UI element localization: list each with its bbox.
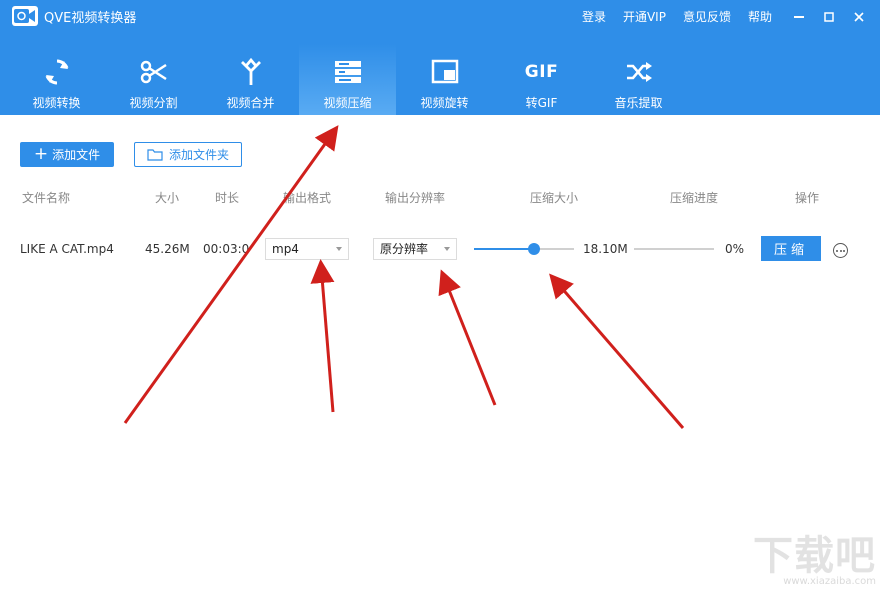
dot	[836, 249, 838, 252]
tool-music-extract[interactable]: 音乐提取	[590, 44, 687, 115]
plus-icon: +	[33, 144, 49, 164]
output-format-value: mp4	[272, 242, 299, 256]
folder-icon	[147, 149, 163, 161]
output-resolution-select[interactable]: 原分辨率	[373, 238, 457, 260]
gif-icon: GIF	[524, 62, 559, 82]
file-duration: 00:03:03	[203, 242, 250, 256]
shuffle-icon	[623, 56, 655, 88]
dot	[839, 249, 842, 252]
compress-button[interactable]: 压缩	[761, 236, 821, 261]
output-resolution-value: 原分辨率	[380, 242, 429, 256]
more-options-button[interactable]	[833, 243, 848, 258]
compress-slider-thumb[interactable]	[528, 243, 540, 255]
tool-video-compress[interactable]: 视频压缩	[299, 44, 396, 115]
convert-icon	[41, 56, 73, 88]
tool-label: 视频转换	[32, 96, 81, 110]
add-file-button[interactable]: + 添加文件	[20, 142, 114, 167]
tool-video-merge[interactable]: 视频合并	[202, 44, 299, 115]
watermark-url: www.xiazaiba.com	[783, 576, 876, 587]
tool-video-rotate[interactable]: 视频旋转	[396, 44, 493, 115]
tool-label: 视频分割	[129, 96, 178, 110]
compress-progress-bar	[634, 248, 714, 250]
arrow-to-format-select	[310, 259, 335, 413]
compressed-size: 18.10M	[583, 242, 628, 256]
merge-icon	[235, 56, 267, 88]
tool-label: 视频压缩	[323, 96, 372, 110]
add-folder-label: 添加文件夹	[168, 148, 229, 162]
maximize-icon	[824, 12, 834, 22]
arrow-to-compress-tab	[123, 125, 339, 424]
top-links: 登录 开通VIP 意见反馈 帮助	[582, 8, 772, 25]
col-header-actions: 操作	[795, 191, 820, 205]
col-header-size: 大小	[155, 191, 180, 205]
col-header-resolution: 输出分辨率	[385, 191, 446, 205]
login-link[interactable]: 登录	[582, 8, 606, 25]
col-header-format: 输出格式	[283, 191, 332, 205]
dot	[843, 249, 845, 252]
col-header-compressed-size: 压缩大小	[530, 191, 579, 205]
tool-label: 转GIF	[525, 96, 558, 110]
feedback-link[interactable]: 意见反馈	[683, 8, 731, 25]
maximize-button[interactable]	[818, 6, 840, 28]
tool-video-split[interactable]: 视频分割	[105, 44, 202, 115]
tool-to-gif[interactable]: GIF 转GIF	[493, 44, 590, 115]
compress-icon	[332, 56, 364, 88]
watermark-text: 下载吧	[753, 532, 876, 579]
add-folder-button[interactable]: 添加文件夹	[134, 142, 242, 167]
chevron-down-icon	[336, 247, 342, 251]
feature-toolbar: 视频转换 视频分割 视频合并 视频压缩 视频旋转 GIF 转GIF 音乐提取	[8, 44, 687, 115]
col-header-progress: 压缩进度	[670, 191, 719, 205]
tool-label: 视频旋转	[420, 96, 469, 110]
chevron-down-icon	[444, 247, 450, 251]
watermark: 下载吧 www.xiazaiba.com	[753, 532, 876, 588]
minimize-icon	[794, 16, 804, 18]
compress-slider-track[interactable]	[474, 248, 574, 250]
file-name: LIKE A CAT.mp4	[20, 242, 114, 256]
progress-percent: 0%	[725, 242, 745, 256]
col-header-filename: 文件名称	[22, 191, 71, 205]
window-controls	[788, 6, 870, 28]
title-bar: QVE视频转换器 登录 开通VIP 意见反馈 帮助 视频转换 视频分割 视频合并…	[0, 0, 880, 115]
tool-label: 视频合并	[226, 96, 275, 110]
tool-video-convert[interactable]: 视频转换	[8, 44, 105, 115]
arrow-to-slider	[549, 273, 685, 429]
app-logo-icon	[12, 6, 38, 26]
add-file-label: 添加文件	[52, 148, 101, 162]
col-header-duration: 时长	[215, 191, 240, 205]
vip-link[interactable]: 开通VIP	[623, 8, 666, 25]
help-link[interactable]: 帮助	[748, 8, 772, 25]
app-title: QVE视频转换器	[44, 11, 137, 26]
arrow-to-resolution-select	[438, 269, 497, 406]
tool-label: 音乐提取	[614, 96, 663, 110]
file-size: 45.26M	[145, 242, 190, 256]
output-format-select[interactable]: mp4	[265, 238, 349, 260]
rotate-icon	[429, 56, 461, 88]
minimize-button[interactable]	[788, 6, 810, 28]
close-button[interactable]	[848, 6, 870, 28]
scissors-icon	[138, 56, 170, 88]
compress-slider-fill	[474, 248, 534, 250]
close-icon	[854, 12, 864, 22]
